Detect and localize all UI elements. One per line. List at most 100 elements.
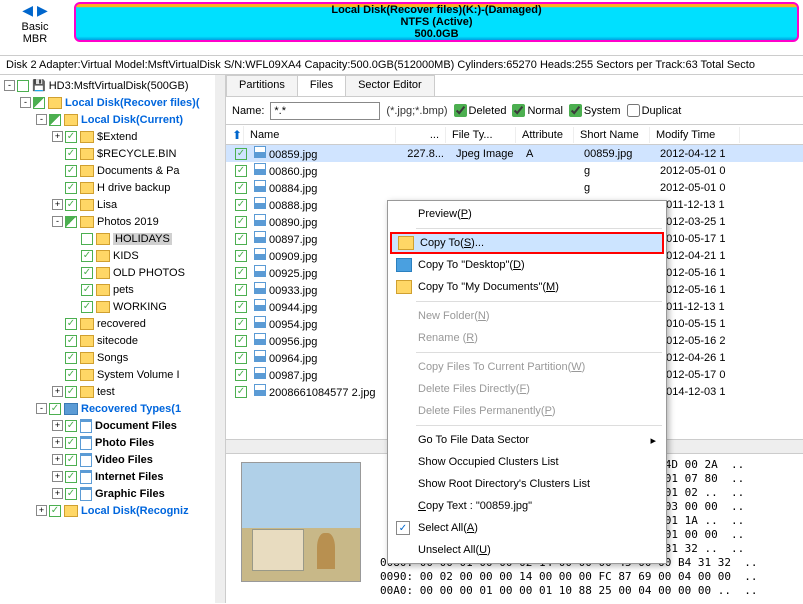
checkbox-icon[interactable]: ✓ (235, 369, 247, 381)
ctx-select-all[interactable]: ✓Select All(A) (390, 517, 664, 539)
checkbox-icon[interactable]: ✓ (235, 335, 247, 347)
checkbox-icon[interactable] (81, 233, 93, 245)
tree-item[interactable]: +✓Lisa (0, 196, 225, 213)
checkbox-icon[interactable]: ✓ (49, 403, 61, 415)
expand-icon[interactable]: - (36, 114, 47, 125)
checkbox-icon[interactable]: ✓ (65, 335, 77, 347)
preview-thumbnail[interactable] (241, 462, 361, 582)
tree-item[interactable]: +✓Document Files (0, 417, 225, 434)
up-arrow-icon[interactable]: ⬆ (226, 126, 244, 144)
checkbox-icon[interactable]: ✓ (65, 165, 77, 177)
checkbox-icon[interactable]: ✓ (235, 199, 247, 211)
tree-item[interactable]: ✓pets (0, 281, 225, 298)
checkbox-icon[interactable]: ✓ (65, 318, 77, 330)
tree-item[interactable]: ✓OLD PHOTOS (0, 264, 225, 281)
checkbox-icon[interactable] (17, 80, 29, 92)
tree-item[interactable]: ✓System Volume I (0, 366, 225, 383)
tree-item[interactable]: ✓$RECYCLE.BIN (0, 145, 225, 162)
file-row[interactable]: ✓00860.jpgg2012-05-01 0 (226, 162, 803, 179)
checkbox-icon[interactable]: ✓ (235, 250, 247, 262)
checkbox-icon[interactable]: ✓ (235, 182, 247, 194)
checkbox-icon[interactable]: ✓ (65, 131, 77, 143)
directory-tree[interactable]: -💾HD3:MsftVirtualDisk(500GB)-Local Disk(… (0, 75, 226, 603)
checkbox-icon[interactable] (65, 216, 77, 228)
col-modify[interactable]: Modify Time (650, 127, 740, 143)
file-row[interactable]: ✓00884.jpgg2012-05-01 0 (226, 179, 803, 196)
tree-item[interactable]: +✓Graphic Files (0, 485, 225, 502)
ctx-copy-desktop[interactable]: Copy To "Desktop"(D) (390, 254, 664, 276)
tree-item[interactable]: +✓Internet Files (0, 468, 225, 485)
checkbox-icon[interactable]: ✓ (65, 420, 77, 432)
checkbox-icon[interactable]: ✓ (65, 386, 77, 398)
ctx-show-root[interactable]: Show Root Directory's Clusters List (390, 473, 664, 495)
checkbox-icon[interactable]: ✓ (81, 301, 93, 313)
checkbox-icon[interactable]: ✓ (235, 386, 247, 398)
checkbox-icon[interactable]: ✓ (81, 250, 93, 262)
tree-item[interactable]: ✓sitecode (0, 332, 225, 349)
ctx-unselect-all[interactable]: Unselect All(U) (390, 539, 664, 561)
tree-item[interactable]: +✓Local Disk(Recogniz (0, 502, 225, 519)
tree-item[interactable]: ✓KIDS (0, 247, 225, 264)
checkbox-icon[interactable]: ✓ (235, 233, 247, 245)
col-size[interactable]: ... (396, 127, 446, 143)
tab-sector-editor[interactable]: Sector Editor (345, 75, 435, 96)
expand-icon[interactable]: + (52, 471, 63, 482)
expand-icon[interactable]: + (52, 131, 63, 142)
tree-item[interactable]: +✓test (0, 383, 225, 400)
tree-item[interactable]: ✓H drive backup (0, 179, 225, 196)
checkbox-icon[interactable]: ✓ (235, 352, 247, 364)
tree-item[interactable]: -✓Recovered Types(1 (0, 400, 225, 417)
expand-icon[interactable]: + (36, 505, 47, 516)
tree-item[interactable]: -Local Disk(Current) (0, 111, 225, 128)
checkbox-icon[interactable]: ✓ (235, 267, 247, 279)
file-row[interactable]: ✓00859.jpg227.8...Jpeg ImageA00859.jpg20… (226, 145, 803, 162)
partition-banner[interactable]: Local Disk(Recover files)(K:)-(Damaged) … (74, 2, 799, 42)
col-type[interactable]: File Ty... (446, 127, 516, 143)
checkbox-icon[interactable]: ✓ (235, 148, 247, 160)
expand-icon[interactable]: + (52, 199, 63, 210)
expand-icon[interactable]: - (20, 97, 31, 108)
checkbox-icon[interactable]: ✓ (81, 267, 93, 279)
tree-item[interactable]: -Local Disk(Recover files)( (0, 94, 225, 111)
tree-item[interactable]: +✓Video Files (0, 451, 225, 468)
checkbox-icon[interactable]: ✓ (65, 488, 77, 500)
filter-deleted[interactable]: Deleted (454, 104, 507, 117)
col-attr[interactable]: Attribute (516, 127, 574, 143)
ctx-copy-text[interactable]: Copy Text : "00859.jpg" (390, 495, 664, 517)
expand-icon[interactable]: + (52, 488, 63, 499)
expand-icon[interactable]: + (52, 437, 63, 448)
tree-item[interactable]: ✓Documents & Pa (0, 162, 225, 179)
checkbox-icon[interactable]: ✓ (65, 199, 77, 211)
checkbox-icon[interactable]: ✓ (81, 284, 93, 296)
nav-arrows-icon[interactable]: ◀ ▶ (22, 2, 47, 19)
tree-item[interactable]: ✓WORKING (0, 298, 225, 315)
ctx-goto-sector[interactable]: Go To File Data Sector▸ (390, 429, 664, 451)
expand-icon[interactable]: - (4, 80, 15, 91)
checkbox-icon[interactable]: ✓ (65, 148, 77, 160)
checkbox-icon[interactable]: ✓ (65, 437, 77, 449)
checkbox-icon[interactable]: ✓ (65, 369, 77, 381)
checkbox-icon[interactable]: ✓ (49, 505, 61, 517)
ctx-show-occupied[interactable]: Show Occupied Clusters List (390, 451, 664, 473)
ctx-copy-to[interactable]: Copy To(S)... (390, 232, 664, 254)
checkbox-icon[interactable]: ✓ (235, 216, 247, 228)
tab-partitions[interactable]: Partitions (226, 75, 298, 96)
expand-icon[interactable]: + (52, 454, 63, 465)
filter-pattern-input[interactable] (270, 102, 380, 120)
tab-files[interactable]: Files (297, 75, 346, 96)
checkbox-icon[interactable]: ✓ (65, 182, 77, 194)
expand-icon[interactable]: - (52, 216, 63, 227)
checkbox-icon[interactable]: ✓ (65, 471, 77, 483)
checkbox-icon[interactable]: ✓ (235, 284, 247, 296)
checkbox-icon[interactable]: ✓ (235, 301, 247, 313)
checkbox-icon[interactable] (49, 114, 61, 126)
expand-icon[interactable]: + (52, 386, 63, 397)
tree-item[interactable]: ✓Songs (0, 349, 225, 366)
expand-icon[interactable]: - (36, 403, 47, 414)
checkbox-icon[interactable]: ✓ (65, 352, 77, 364)
tree-item[interactable]: -💾HD3:MsftVirtualDisk(500GB) (0, 77, 225, 94)
filter-duplicate[interactable]: Duplicat (627, 104, 682, 117)
filter-normal[interactable]: Normal (512, 104, 562, 117)
tree-item[interactable]: ✓recovered (0, 315, 225, 332)
tree-item[interactable]: -Photos 2019 (0, 213, 225, 230)
